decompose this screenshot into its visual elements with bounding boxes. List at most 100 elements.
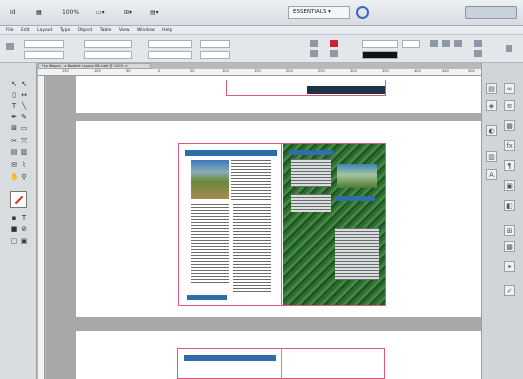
- stroke-weight-field[interactable]: [362, 40, 398, 48]
- width-field[interactable]: [84, 40, 132, 48]
- apply-color-icon[interactable]: ■: [10, 226, 18, 233]
- workspace-switcher[interactable]: ESSENTIALS ▾: [288, 6, 350, 19]
- gradient-feather-tool-icon[interactable]: ▥: [20, 149, 28, 156]
- effects-icon[interactable]: [430, 40, 438, 47]
- formatting-text-icon[interactable]: T: [20, 215, 28, 222]
- fit-content-icon[interactable]: [474, 50, 482, 57]
- apply-none-icon[interactable]: ⊘: [20, 226, 28, 233]
- ruler-tick: 150: [254, 69, 261, 73]
- hand-tool-icon[interactable]: ✋: [10, 174, 19, 181]
- selection-tool-icon[interactable]: ↖: [10, 81, 18, 88]
- script-panel-icon[interactable]: ✓: [504, 285, 515, 296]
- cell-styles-panel-icon[interactable]: ⊞: [504, 225, 515, 236]
- menu-layout[interactable]: Layout: [37, 28, 52, 33]
- y-position-field[interactable]: [24, 51, 64, 59]
- stroke-panel-icon[interactable]: ≡: [504, 100, 515, 111]
- eyedropper-tool-icon[interactable]: ⌇: [20, 162, 28, 169]
- rectangle-frame-tool-icon[interactable]: ⊠: [10, 125, 18, 132]
- zoom-level-select[interactable]: 100%: [62, 7, 79, 19]
- screen-mode-normal-icon[interactable]: ▢: [10, 238, 18, 245]
- menu-file[interactable]: File: [6, 28, 14, 33]
- align-icon[interactable]: [454, 40, 462, 47]
- page-top[interactable]: [76, 76, 481, 113]
- gradient-panel-icon[interactable]: ▥: [486, 151, 497, 162]
- frame-fitting-icon[interactable]: [474, 40, 482, 47]
- ruler-tick: 300: [350, 69, 357, 73]
- view-options-icon[interactable]: ▭▾: [96, 7, 105, 19]
- page-bottom-spine: [281, 349, 282, 379]
- control-panel: [0, 35, 523, 63]
- menu-table[interactable]: Table: [100, 28, 112, 33]
- table-panel-icon[interactable]: ▦: [504, 241, 515, 252]
- screen-mode-icon[interactable]: ⊞▾: [124, 7, 132, 19]
- reference-point-icon[interactable]: [6, 43, 14, 50]
- type-tool-icon[interactable]: T: [10, 103, 18, 110]
- panel-menu-icon[interactable]: [506, 45, 512, 52]
- menu-type[interactable]: Type: [60, 28, 70, 33]
- zoom-tool-icon[interactable]: ⚲: [20, 174, 28, 181]
- ruler-tick: 100: [94, 69, 101, 73]
- gradient-tool-icon[interactable]: ▤: [10, 149, 18, 156]
- scale-y-field[interactable]: [148, 51, 192, 59]
- direct-selection-tool-icon[interactable]: ↖: [20, 81, 28, 88]
- menu-view[interactable]: View: [119, 28, 130, 33]
- ruler-tick: 200: [286, 69, 293, 73]
- window-controls[interactable]: [465, 6, 517, 19]
- booklet-spread[interactable]: [178, 143, 386, 306]
- shear-field[interactable]: [200, 51, 230, 59]
- panel-dock: ▤ ∞ ◈ ≡ ◐ ▦ ▥ fx A ¶ ▣ ◧ ⊞ ▦ ⚭ ✓: [481, 63, 523, 379]
- stroke-type-select[interactable]: [362, 51, 398, 59]
- bridge-icon[interactable]: ▦: [36, 7, 42, 19]
- links-panel-icon[interactable]: ∞: [504, 83, 515, 94]
- object-styles-panel-icon[interactable]: ◧: [504, 200, 515, 211]
- close-icon[interactable]: ×: [125, 64, 128, 68]
- right-text-column: [233, 204, 271, 294]
- menu-help[interactable]: Help: [162, 28, 172, 33]
- scale-x-field[interactable]: [148, 40, 192, 48]
- hyperlinks-panel-icon[interactable]: ⚭: [504, 261, 515, 272]
- ruler-tick: 450: [442, 69, 449, 73]
- ruler-tick: 500: [468, 69, 475, 73]
- page-bottom[interactable]: [76, 331, 481, 379]
- effects-panel-icon[interactable]: fx: [504, 140, 515, 151]
- flip-vertical-icon[interactable]: [310, 50, 318, 57]
- rectangle-tool-icon[interactable]: ▭: [20, 125, 28, 132]
- paragraph-panel-icon[interactable]: ¶: [504, 160, 515, 171]
- preview-mode-icon[interactable]: ▣: [20, 238, 28, 245]
- ruler-tick: 250: [318, 69, 325, 73]
- gap-tool-icon[interactable]: ↔: [20, 92, 28, 99]
- fill-stroke-swatch-icon[interactable]: [10, 191, 27, 208]
- color-panel-icon[interactable]: ◐: [486, 125, 497, 136]
- page-top-frame: [226, 80, 386, 96]
- pages-panel-icon[interactable]: ▤: [486, 83, 497, 94]
- cs-live-icon[interactable]: [356, 6, 369, 19]
- arrange-documents-icon[interactable]: ▤▾: [150, 7, 159, 19]
- note-tool-icon[interactable]: ✉: [10, 162, 18, 169]
- free-transform-tool-icon[interactable]: ⤧: [20, 138, 28, 145]
- layers-panel-icon[interactable]: ◈: [486, 100, 497, 111]
- flip-horizontal-icon[interactable]: [310, 40, 318, 47]
- formatting-container-icon[interactable]: ▪: [10, 215, 18, 222]
- line-tool-icon[interactable]: ╲: [20, 103, 28, 110]
- text-wrap-icon[interactable]: [442, 40, 450, 47]
- vertical-ruler[interactable]: [38, 76, 45, 379]
- pencil-tool-icon[interactable]: ✎: [20, 114, 28, 121]
- right-page-subheading: [335, 196, 375, 201]
- menu-object[interactable]: Object: [78, 28, 93, 33]
- character-panel-icon[interactable]: A: [486, 169, 497, 180]
- text-wrap-panel-icon[interactable]: ▣: [504, 180, 515, 191]
- scissors-tool-icon[interactable]: ✂: [10, 138, 18, 145]
- swatches-panel-icon[interactable]: ▦: [504, 120, 515, 131]
- rotation-field[interactable]: [200, 40, 230, 48]
- stroke-swatch-icon[interactable]: [330, 50, 338, 57]
- page-tool-icon[interactable]: ▯: [10, 92, 18, 99]
- x-position-field[interactable]: [24, 40, 64, 48]
- fill-swatch-icon[interactable]: [330, 40, 338, 47]
- menu-window[interactable]: Window: [137, 28, 155, 33]
- opacity-field[interactable]: [402, 40, 420, 48]
- height-field[interactable]: [84, 51, 132, 59]
- horizontal-ruler[interactable]: 150 100 50 0 50 100 150 200 250 300 350 …: [38, 69, 481, 76]
- pen-tool-icon[interactable]: ✒: [10, 114, 18, 121]
- menu-edit[interactable]: Edit: [21, 28, 30, 33]
- spread-spine: [281, 144, 282, 305]
